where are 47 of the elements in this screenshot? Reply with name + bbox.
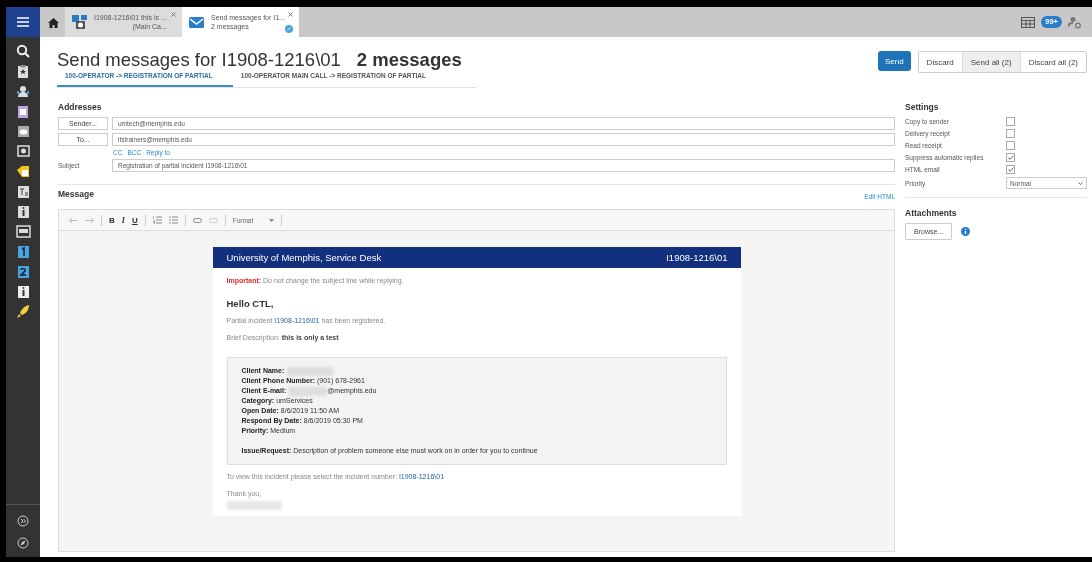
clipboard-icon[interactable] bbox=[15, 64, 31, 79]
cloud-board-icon[interactable] bbox=[15, 124, 31, 139]
info-icon bbox=[961, 227, 971, 236]
checkbox[interactable] bbox=[1006, 165, 1015, 174]
section-heading: Attachments bbox=[905, 208, 958, 218]
number-one-icon[interactable] bbox=[15, 244, 31, 259]
checkbox[interactable] bbox=[1006, 153, 1015, 162]
window-icon[interactable] bbox=[15, 224, 31, 239]
menu-icon bbox=[17, 17, 29, 27]
menu-button[interactable] bbox=[6, 7, 40, 37]
greeting: Hello CTL, bbox=[226, 298, 275, 309]
screen-icon[interactable] bbox=[15, 144, 31, 159]
headset-icon[interactable] bbox=[15, 84, 31, 99]
email-header-title: University of Memphis, Service Desk bbox=[226, 252, 382, 263]
info-card-icon[interactable] bbox=[15, 204, 31, 219]
italic-button[interactable]: I bbox=[121, 215, 125, 225]
section-heading: Settings bbox=[905, 102, 940, 112]
chevron-down-icon bbox=[1078, 181, 1083, 185]
edit-icon bbox=[285, 25, 293, 33]
info-card-icon[interactable] bbox=[15, 284, 31, 299]
message-count: 2 messages bbox=[356, 49, 462, 71]
checkbox[interactable] bbox=[1006, 141, 1015, 150]
tag-card-icon[interactable] bbox=[15, 164, 31, 179]
incident-icon bbox=[71, 14, 88, 30]
page-title: Send messages for I1908-1216\01 bbox=[57, 49, 341, 71]
envelope-icon bbox=[188, 14, 205, 30]
send-all-button[interactable]: Send all (2) bbox=[961, 52, 1020, 72]
close-icon[interactable] bbox=[288, 12, 293, 17]
bold-button[interactable]: B bbox=[109, 215, 115, 225]
caret-icon bbox=[269, 218, 275, 222]
search-icon[interactable] bbox=[15, 44, 31, 59]
text-card-icon[interactable] bbox=[15, 184, 31, 199]
link-icon[interactable] bbox=[192, 217, 202, 223]
send-button[interactable]: Send bbox=[877, 51, 911, 71]
expand-icon[interactable] bbox=[17, 515, 29, 527]
section-heading: Addresses bbox=[58, 102, 103, 112]
compass-icon[interactable] bbox=[17, 537, 29, 549]
close-icon[interactable] bbox=[171, 12, 176, 17]
home-icon[interactable] bbox=[48, 16, 59, 28]
user-settings-icon[interactable] bbox=[1068, 15, 1082, 29]
section-heading: Message bbox=[58, 189, 94, 199]
checkbox[interactable] bbox=[1006, 129, 1015, 138]
underline-button[interactable]: U bbox=[131, 215, 138, 225]
discard-all-button[interactable]: Discard all (2) bbox=[1019, 52, 1086, 72]
email-header-id: I1908-1216\01 bbox=[666, 252, 728, 263]
checkbox[interactable] bbox=[1006, 117, 1015, 126]
number-two-icon[interactable] bbox=[15, 264, 31, 279]
